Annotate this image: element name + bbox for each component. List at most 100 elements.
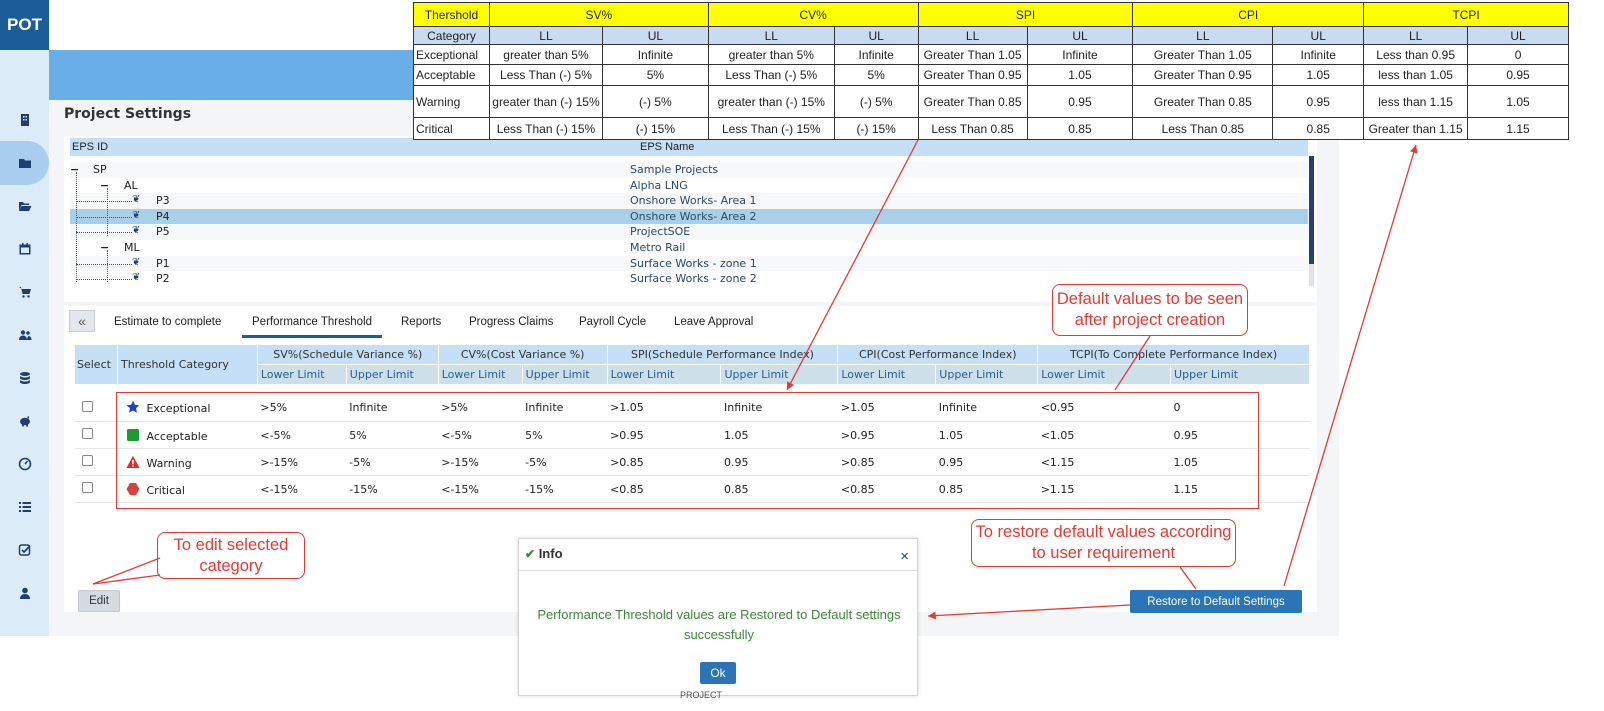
lower-limit-header: Lower Limit: [606, 364, 722, 385]
tab-reports[interactable]: Reports: [401, 316, 441, 328]
tab-payroll-cycle[interactable]: Payroll Cycle: [579, 316, 646, 328]
ref-cell: Less Than 0.85: [917, 117, 1028, 140]
eps-name: Surface Works - zone 1: [630, 256, 757, 270]
eps-scrollbar[interactable]: [1309, 156, 1314, 286]
ref-category-cell: Critical: [413, 117, 490, 140]
sidebar-item-budget[interactable]: [0, 399, 49, 443]
tab-progress-claims[interactable]: Progress Claims: [469, 316, 553, 328]
ref-cell: Greater Than 1.05: [1132, 44, 1274, 65]
eps-tree-header: EPS ID EPS Name: [70, 138, 1308, 156]
lower-limit-header: Lower Limit: [256, 364, 347, 385]
close-icon[interactable]: ×: [900, 548, 909, 565]
upper-limit-header: Upper Limit: [935, 364, 1039, 385]
eps-name: Onshore Works- Area 1: [630, 194, 757, 208]
ref-row: Exceptional greater than 5% Infinite gre…: [413, 44, 1569, 65]
eps-row-p4[interactable]: ❦ P4 Onshore Works- Area 2: [70, 208, 1308, 225]
eps-id-header: EPS ID: [72, 141, 109, 153]
ref-cell: (-) 15%: [833, 117, 919, 140]
ref-ll-header: LL: [707, 26, 835, 45]
dialog-divider: [519, 570, 919, 571]
sidebar-item-cart[interactable]: [0, 270, 49, 314]
tree-guide: [76, 172, 77, 282]
eps-name: Surface Works - zone 2: [630, 272, 757, 286]
sidebar-item-users[interactable]: [0, 313, 49, 357]
eps-row-p1[interactable]: ❦ P1 Surface Works - zone 1: [70, 255, 1308, 272]
ref-cell: 0.95: [1467, 64, 1569, 86]
sidebar: POT: [0, 0, 49, 636]
eps-name: Metro Rail: [630, 241, 686, 254]
sidebar-item-building[interactable]: [0, 98, 49, 142]
tab-estimate-to-complete[interactable]: Estimate to complete: [114, 316, 221, 328]
folder-icon: [18, 159, 31, 168]
ref-row: Warning greater than (-) 15% (-) 5% grea…: [413, 85, 1569, 118]
callout-edit-category: To edit selected category: [157, 532, 305, 579]
sidebar-item-folder[interactable]: [0, 141, 49, 185]
sidebar-item-database[interactable]: [0, 356, 49, 400]
eps-row-al[interactable]: − AL Alpha LNG: [70, 178, 1308, 194]
sidebar-item-folder-open[interactable]: [0, 184, 49, 228]
ref-ll-header: LL: [917, 26, 1028, 45]
lower-limit-header: Lower Limit: [837, 364, 937, 385]
collapse-panel-button[interactable]: «: [69, 310, 95, 332]
ref-cell: 1.05: [1272, 64, 1365, 86]
ref-cell: Infinite: [1272, 44, 1365, 65]
leaf-icon: ❦: [132, 256, 141, 268]
building-icon: [20, 114, 29, 126]
ref-cell: Greater Than 1.05: [917, 44, 1028, 65]
upper-limit-header: Upper Limit: [345, 364, 439, 385]
sidebar-item-calendar[interactable]: [0, 227, 49, 271]
info-dialog: ✔ Info × Performance Threshold values ar…: [518, 538, 919, 696]
check-square-icon: [18, 544, 31, 556]
tab-leave-approval[interactable]: Leave Approval: [674, 316, 753, 328]
tab-performance-threshold[interactable]: Performance Threshold: [242, 316, 382, 338]
ref-cell: Infinite: [1026, 44, 1134, 65]
leaf-icon: ❦: [132, 209, 141, 221]
sidebar-item-tasks[interactable]: [0, 528, 49, 572]
lower-limit-header: Lower Limit: [437, 364, 523, 385]
ref-cell: Greater Than 0.95: [1132, 64, 1274, 86]
select-column-header: Select: [74, 344, 118, 385]
sidebar-item-profile[interactable]: [0, 571, 49, 615]
eps-row-p5[interactable]: ❦ P5 ProjectSOE: [70, 224, 1308, 240]
eps-scrollbar-thumb[interactable]: [1309, 156, 1314, 264]
row-select-checkbox[interactable]: [81, 482, 93, 493]
ref-cell: (-) 15%: [601, 117, 709, 140]
ref-cell: less than 1.05: [1363, 64, 1469, 86]
eps-row-ml[interactable]: − ML Metro Rail: [70, 240, 1308, 256]
ref-ul-header: UL: [1026, 26, 1134, 45]
ref-ll-header: LL: [488, 26, 603, 45]
eps-name: Alpha LNG: [630, 178, 688, 192]
row-select-checkbox[interactable]: [81, 428, 93, 439]
check-circle-icon: ✔: [525, 547, 536, 561]
ref-spi-header: SPI: [917, 2, 1134, 27]
restore-defaults-button[interactable]: Restore to Default Settings: [1130, 590, 1302, 613]
eps-id: P1: [156, 256, 170, 270]
sidebar-item-list[interactable]: [0, 485, 49, 529]
ref-cell: greater than 5%: [488, 44, 603, 65]
sidebar-item-dashboard[interactable]: [0, 442, 49, 486]
eps-row-p3[interactable]: ❦ P3 Onshore Works- Area 1: [70, 193, 1308, 209]
row-select-checkbox[interactable]: [81, 400, 93, 412]
users-icon: [18, 330, 31, 340]
database-icon: [19, 372, 30, 384]
ref-cell: 0.85: [1026, 117, 1134, 140]
ref-category-header-bottom: Category: [413, 26, 490, 45]
eps-id: ML: [124, 241, 140, 254]
eps-row-sp[interactable]: − SP Sample Projects: [70, 162, 1308, 178]
ok-button[interactable]: Ok: [700, 662, 736, 684]
ref-cell: greater than (-) 15%: [707, 85, 835, 118]
ref-category-cell: Acceptable: [413, 64, 490, 86]
dialog-title-text: Info: [538, 546, 563, 561]
edit-button[interactable]: Edit: [78, 590, 120, 612]
row-select-checkbox[interactable]: [81, 455, 93, 466]
collapse-toggle-icon[interactable]: −: [70, 163, 79, 176]
ref-ul-header: UL: [833, 26, 919, 45]
ref-sv-header: SV%: [488, 2, 709, 27]
default-values-highlight: [116, 392, 1259, 509]
ref-cell: Less Than 0.85: [1132, 117, 1274, 140]
ref-cv-header: CV%: [707, 2, 919, 27]
ref-cell: 1.05: [1467, 85, 1569, 118]
spi-group-header: SPI(Schedule Performance Index): [606, 344, 839, 365]
tree-guide: [76, 279, 132, 280]
eps-id: P4: [156, 209, 170, 223]
